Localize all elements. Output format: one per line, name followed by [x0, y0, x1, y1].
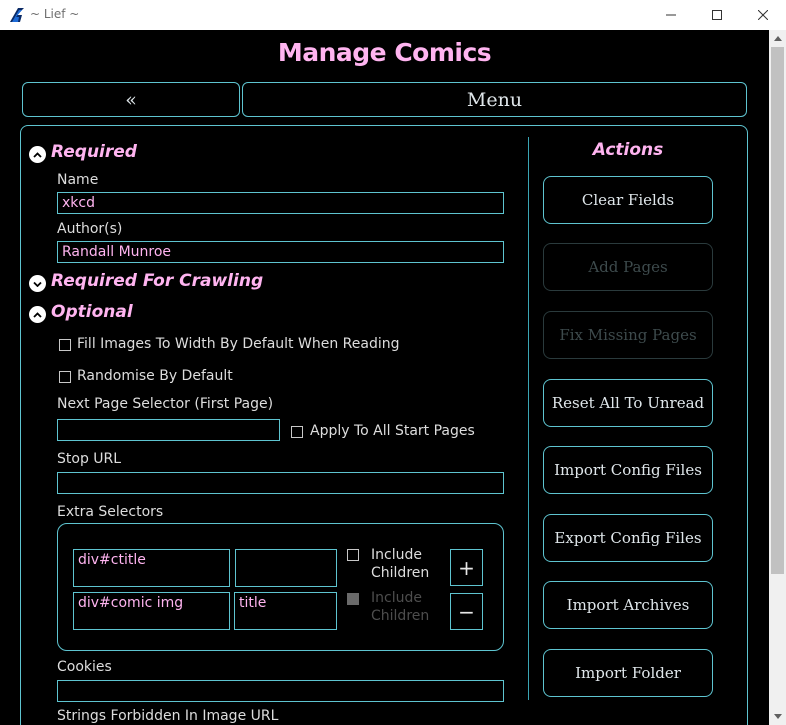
- minimize-icon: [666, 14, 676, 16]
- authors-input[interactable]: Randall Munroe: [57, 241, 504, 263]
- window-title: ~ Lief ~: [30, 7, 80, 21]
- randomise-checkbox[interactable]: [59, 371, 71, 383]
- lief-logo-icon: [10, 8, 24, 22]
- scroll-up-icon: [773, 36, 782, 41]
- back-button[interactable]: «: [22, 82, 240, 117]
- randomise-label[interactable]: Randomise By Default: [77, 368, 233, 384]
- close-icon: [758, 10, 768, 20]
- client-area: Manage Comics « Menu Required Name xkcd …: [0, 30, 769, 725]
- name-input[interactable]: xkcd: [57, 192, 504, 214]
- clear-fields-button[interactable]: Clear Fields: [543, 176, 713, 224]
- page-title: Manage Comics: [277, 38, 492, 67]
- add-pages-button: Add Pages: [543, 243, 713, 291]
- include-children-label: Include Children: [371, 590, 430, 624]
- remove-selector-button[interactable]: −: [450, 593, 483, 630]
- reset-all-unread-button[interactable]: Reset All To Unread: [543, 379, 713, 427]
- section-crawling-title[interactable]: Required For Crawling: [51, 271, 263, 291]
- section-optional-title[interactable]: Optional: [51, 302, 133, 322]
- panel-divider: [528, 137, 529, 700]
- vertical-scrollbar[interactable]: [769, 30, 786, 725]
- window-titlebar: ~ Lief ~: [0, 0, 786, 30]
- extra-selectors-label: Extra Selectors: [57, 504, 164, 520]
- chevron-down-icon[interactable]: [29, 275, 46, 292]
- include-children-checkbox: [347, 593, 359, 605]
- import-folder-button[interactable]: Import Folder: [543, 649, 713, 697]
- import-archives-button[interactable]: Import Archives: [543, 581, 713, 629]
- menu-button[interactable]: Menu: [242, 82, 747, 117]
- export-config-files-button[interactable]: Export Config Files: [543, 514, 713, 562]
- scrollbar-thumb[interactable]: [771, 47, 784, 574]
- apply-all-checkbox[interactable]: [291, 426, 303, 438]
- import-config-files-button[interactable]: Import Config Files: [543, 446, 713, 494]
- actions-title: Actions: [592, 140, 664, 160]
- include-children-label[interactable]: Include Children: [371, 546, 441, 582]
- authors-label: Author(s): [57, 221, 123, 237]
- cookies-label: Cookies: [57, 659, 112, 675]
- scroll-up-button[interactable]: [769, 30, 786, 47]
- forbidden-strings-label: Strings Forbidden In Image URL: [57, 708, 279, 724]
- maximize-button[interactable]: [694, 0, 740, 30]
- attribute-input[interactable]: title: [234, 592, 337, 630]
- section-required-title[interactable]: Required: [51, 142, 137, 162]
- scroll-down-button[interactable]: [769, 708, 786, 725]
- stop-url-label: Stop URL: [57, 451, 122, 467]
- attribute-input[interactable]: [235, 549, 337, 587]
- chevron-up-icon[interactable]: [29, 306, 46, 323]
- include-children-checkbox[interactable]: [347, 549, 359, 561]
- stop-url-input[interactable]: [57, 472, 504, 494]
- next-page-label: Next Page Selector (First Page): [57, 396, 274, 412]
- selector-input[interactable]: div#comic img: [73, 592, 230, 630]
- apply-all-label[interactable]: Apply To All Start Pages: [310, 423, 475, 439]
- chevron-up-icon[interactable]: [29, 146, 46, 163]
- cookies-input[interactable]: [57, 680, 504, 702]
- minimize-button[interactable]: [648, 0, 694, 30]
- extra-selectors-box: [57, 523, 504, 651]
- close-button[interactable]: [740, 0, 786, 30]
- fill-width-label[interactable]: Fill Images To Width By Default When Rea…: [77, 336, 399, 352]
- next-page-input[interactable]: [57, 419, 280, 441]
- fill-width-checkbox[interactable]: [59, 339, 71, 351]
- maximize-icon: [712, 10, 722, 20]
- selector-input[interactable]: div#ctitle: [73, 549, 230, 587]
- scroll-down-icon: [773, 714, 782, 719]
- add-selector-button[interactable]: +: [450, 549, 483, 586]
- name-label: Name: [57, 172, 99, 188]
- fix-missing-pages-button: Fix Missing Pages: [543, 311, 713, 359]
